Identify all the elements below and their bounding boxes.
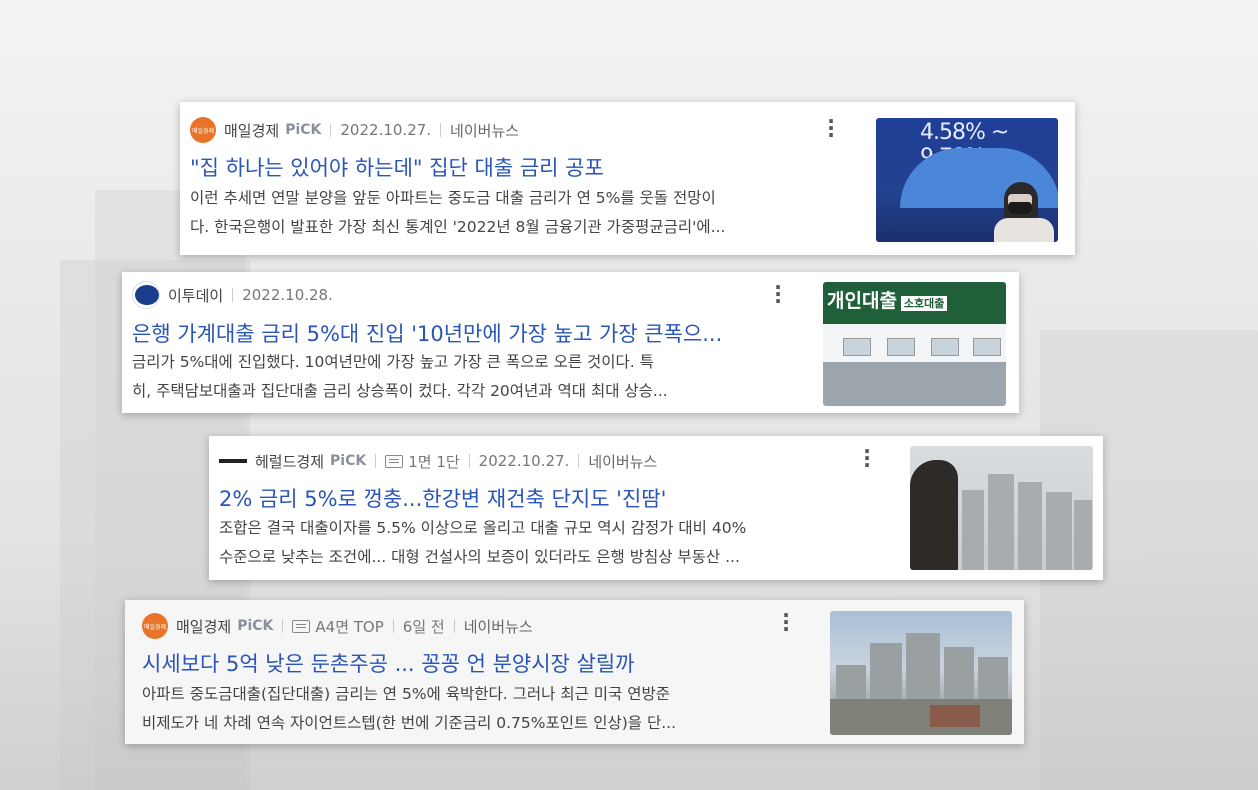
- publish-date: 2022.10.27.: [478, 452, 570, 470]
- publisher-logo[interactable]: [132, 281, 160, 309]
- divider: [392, 619, 394, 633]
- divider: [232, 288, 234, 302]
- apartment-building: [988, 474, 1014, 570]
- newspaper-icon: [292, 619, 311, 633]
- news-card[interactable]: 매일경제 매일경제 PiCK A4면 TOP 6일 전 네이버뉴스 · · · 시세…: [125, 600, 1024, 744]
- person-mask: [1008, 202, 1032, 214]
- publisher-logo[interactable]: [219, 459, 247, 463]
- news-summary-line: 아파트 중도금대출(집단대출) 금리는 연 5%에 육박한다. 그러나 최근 미…: [142, 685, 671, 703]
- divider: [440, 123, 442, 137]
- news-card[interactable]: 매일경제 매일경제 PiCK 2022.10.27. 네이버뉴스 · · · "집 …: [180, 102, 1075, 255]
- news-summary-line: 다. 한국은행이 발표한 가장 최신 통계인 '2022년 8월 금융기관 가중…: [190, 218, 726, 236]
- divider: [468, 454, 470, 468]
- news-thumbnail[interactable]: 4.58% ~ 9.78%: [876, 118, 1058, 242]
- apartment-building: [1074, 500, 1092, 570]
- apartment-building: [944, 647, 974, 705]
- more-vertical-icon[interactable]: · · ·: [825, 111, 837, 145]
- apartment-building: [1018, 482, 1042, 570]
- news-summary-line: 이런 추세면 연말 분양을 앞둔 아파트는 중도금 대출 금리가 연 5%를 웃…: [190, 189, 716, 207]
- news-summary-line: 히, 주택담보대출과 집단대출 금리 상승폭이 컸다. 각각 20여년과 역대 …: [132, 382, 668, 400]
- apartment-building: [870, 643, 902, 705]
- more-vertical-icon[interactable]: · · ·: [780, 605, 792, 639]
- publish-date: 2022.10.27.: [340, 121, 432, 139]
- news-title[interactable]: 은행 가계대출 금리 5%대 진입 '10년만에 가장 높고 가장 큰폭으...: [132, 318, 822, 348]
- publisher-logo[interactable]: 매일경제: [190, 117, 216, 143]
- page-location: 1면 1단: [408, 452, 460, 471]
- thumbnail-sign-small: 소호대출: [900, 296, 948, 311]
- teller-window: [973, 338, 1001, 356]
- publisher-logo[interactable]: 매일경제: [142, 613, 168, 639]
- newspaper-icon: [385, 454, 404, 468]
- site-building: [930, 705, 980, 727]
- news-thumbnail[interactable]: 개인대출 소호대출: [823, 282, 1006, 406]
- naver-news-link[interactable]: 네이버뉴스: [588, 451, 657, 472]
- more-vertical-icon[interactable]: · · ·: [861, 441, 873, 475]
- pick-badge: PiCK: [285, 122, 322, 138]
- person-silhouette: [910, 460, 958, 570]
- news-meta: 헤럴드경제 PiCK 1면 1단 2022.10.27. 네이버뉴스: [219, 448, 657, 474]
- divider: [453, 619, 455, 633]
- teller-window: [843, 338, 871, 356]
- publish-date: 2022.10.28.: [242, 286, 333, 304]
- publisher-name[interactable]: 이투데이: [168, 285, 223, 306]
- publisher-name[interactable]: 매일경제: [176, 616, 231, 637]
- news-title[interactable]: 시세보다 5억 낮은 둔촌주공 ... 꽁꽁 언 분양시장 살릴까: [142, 648, 822, 678]
- divider: [375, 454, 377, 468]
- teller-window: [931, 338, 959, 356]
- page-location: A4면 TOP: [315, 617, 384, 636]
- bank-counter: [823, 362, 1006, 406]
- news-title[interactable]: "집 하나는 있어야 하는데" 집단 대출 금리 공포: [190, 152, 870, 182]
- construction-ground: [830, 699, 1012, 735]
- apartment-building: [906, 633, 940, 705]
- news-card[interactable]: 헤럴드경제 PiCK 1면 1단 2022.10.27. 네이버뉴스 · · · 2…: [209, 436, 1103, 580]
- news-thumbnail[interactable]: [830, 611, 1012, 735]
- divider: [282, 619, 284, 633]
- news-meta: 매일경제 매일경제 PiCK A4면 TOP 6일 전 네이버뉴스: [142, 613, 533, 639]
- bank-sign: 개인대출 소호대출: [823, 282, 1006, 324]
- news-thumbnail[interactable]: [910, 446, 1093, 570]
- news-card[interactable]: 이투데이 2022.10.28. · · · 은행 가계대출 금리 5%대 진입 '…: [122, 272, 1019, 413]
- apartment-building: [978, 657, 1008, 705]
- pick-badge: PiCK: [237, 618, 274, 634]
- more-vertical-icon[interactable]: · · ·: [772, 277, 784, 311]
- publisher-name[interactable]: 헤럴드경제: [255, 451, 324, 472]
- divider: [578, 454, 580, 468]
- apartment-building: [962, 490, 984, 570]
- news-meta: 이투데이 2022.10.28.: [132, 281, 333, 309]
- publisher-name[interactable]: 매일경제: [224, 120, 279, 141]
- naver-news-link[interactable]: 네이버뉴스: [464, 616, 533, 637]
- news-summary-line: 금리가 5%대에 진입했다. 10여년만에 가장 높고 가장 큰 폭으로 오른 …: [132, 353, 654, 371]
- news-summary-line: 수준으로 낮추는 조건에... 대형 건설사의 보증이 있더라도 은행 방침상 …: [219, 548, 740, 566]
- pick-badge: PiCK: [330, 453, 367, 469]
- naver-news-link[interactable]: 네이버뉴스: [450, 120, 519, 141]
- publish-date: 6일 전: [402, 617, 445, 636]
- news-meta: 매일경제 매일경제 PiCK 2022.10.27. 네이버뉴스: [190, 117, 519, 143]
- divider: [330, 123, 332, 137]
- person-body: [994, 218, 1054, 242]
- thumbnail-sign-text: 개인대출: [827, 290, 897, 312]
- news-summary-line: 비제도가 네 차례 연속 자이언트스텝(한 번에 기준금리 0.75%포인트 인…: [142, 714, 677, 732]
- news-title[interactable]: 2% 금리 5%로 껑충...한강변 재건축 단지도 '진땀': [219, 483, 899, 513]
- news-summary-line: 조합은 결국 대출이자를 5.5% 이상으로 올리고 대출 규모 역시 감정가 …: [219, 519, 747, 537]
- apartment-building: [1046, 492, 1072, 570]
- teller-window: [887, 338, 915, 356]
